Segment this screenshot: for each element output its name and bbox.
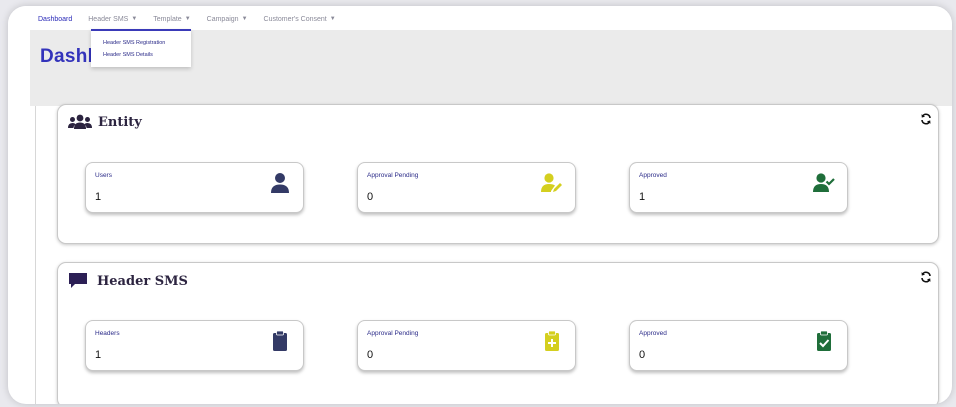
dropdown-item-registration[interactable]: Header SMS Registration [91,37,191,49]
header-sms-dropdown: Header SMS Registration Header SMS Detai… [91,29,191,67]
clipboard-icon [273,330,287,351]
card-label: Approved [639,172,667,179]
entity-section-header: Entity [68,114,142,130]
nav-header-sms-label: Header SMS [88,15,129,23]
card-value: 1 [639,191,646,203]
header-sms-section: Header SMS Headers 1 Approval Pending 0 [57,262,939,404]
approved-card[interactable]: Approved 0 [629,320,848,371]
card-label: Headers [95,330,120,337]
chevron-down-icon: ▼ [241,16,248,22]
header-sms-section-header: Header SMS [68,272,188,290]
nav-template-label: Template [153,15,182,23]
refresh-icon[interactable] [920,271,932,283]
section-title: Header SMS [97,273,188,289]
message-icon [69,273,87,288]
clipboard-check-icon [817,330,831,351]
nav-template[interactable]: Template ▼ [153,16,190,23]
card-value: 0 [367,349,374,361]
approved-card[interactable]: Approved 1 [629,162,848,213]
chevron-down-icon: ▼ [184,16,191,22]
card-label: Approval Pending [367,330,419,337]
users-icon [68,114,92,129]
approval-pending-card[interactable]: Approval Pending 0 [357,162,576,213]
card-value: 0 [367,191,374,203]
nav-dashboard-label: Dashboard [38,15,73,23]
user-icon [271,173,289,193]
headers-card[interactable]: Headers 1 [85,320,304,371]
card-value: 0 [639,349,646,361]
nav-campaign[interactable]: Campaign ▼ [207,16,248,23]
card-label: Approval Pending [367,172,419,179]
app-window: Dashboard Header SMS ▼ Template ▼ Campai… [8,6,952,404]
user-edit-icon [541,173,562,192]
nav-customers-consent-label: Customer's Consent [263,15,327,23]
entity-section: Entity Users 1 Approval Pending 0 Approv… [57,104,939,244]
card-label: Users [95,172,112,179]
users-card[interactable]: Users 1 [85,162,304,213]
card-value: 1 [95,349,102,361]
nav-header-sms[interactable]: Header SMS ▼ [88,16,137,23]
section-title: Entity [98,114,142,130]
chevron-down-icon: ▼ [329,16,336,22]
clipboard-plus-icon [545,330,559,351]
approval-pending-card[interactable]: Approval Pending 0 [357,320,576,371]
dropdown-item-details[interactable]: Header SMS Details [91,49,191,61]
card-value: 1 [95,191,102,203]
divider [35,106,36,404]
nav-dashboard[interactable]: Dashboard [38,16,72,23]
user-check-icon [813,173,835,192]
refresh-icon[interactable] [920,113,932,125]
nav-campaign-label: Campaign [206,15,239,23]
nav-customers-consent[interactable]: Customer's Consent ▼ [264,16,336,23]
card-label: Approved [639,330,667,337]
chevron-down-icon: ▼ [131,16,138,22]
